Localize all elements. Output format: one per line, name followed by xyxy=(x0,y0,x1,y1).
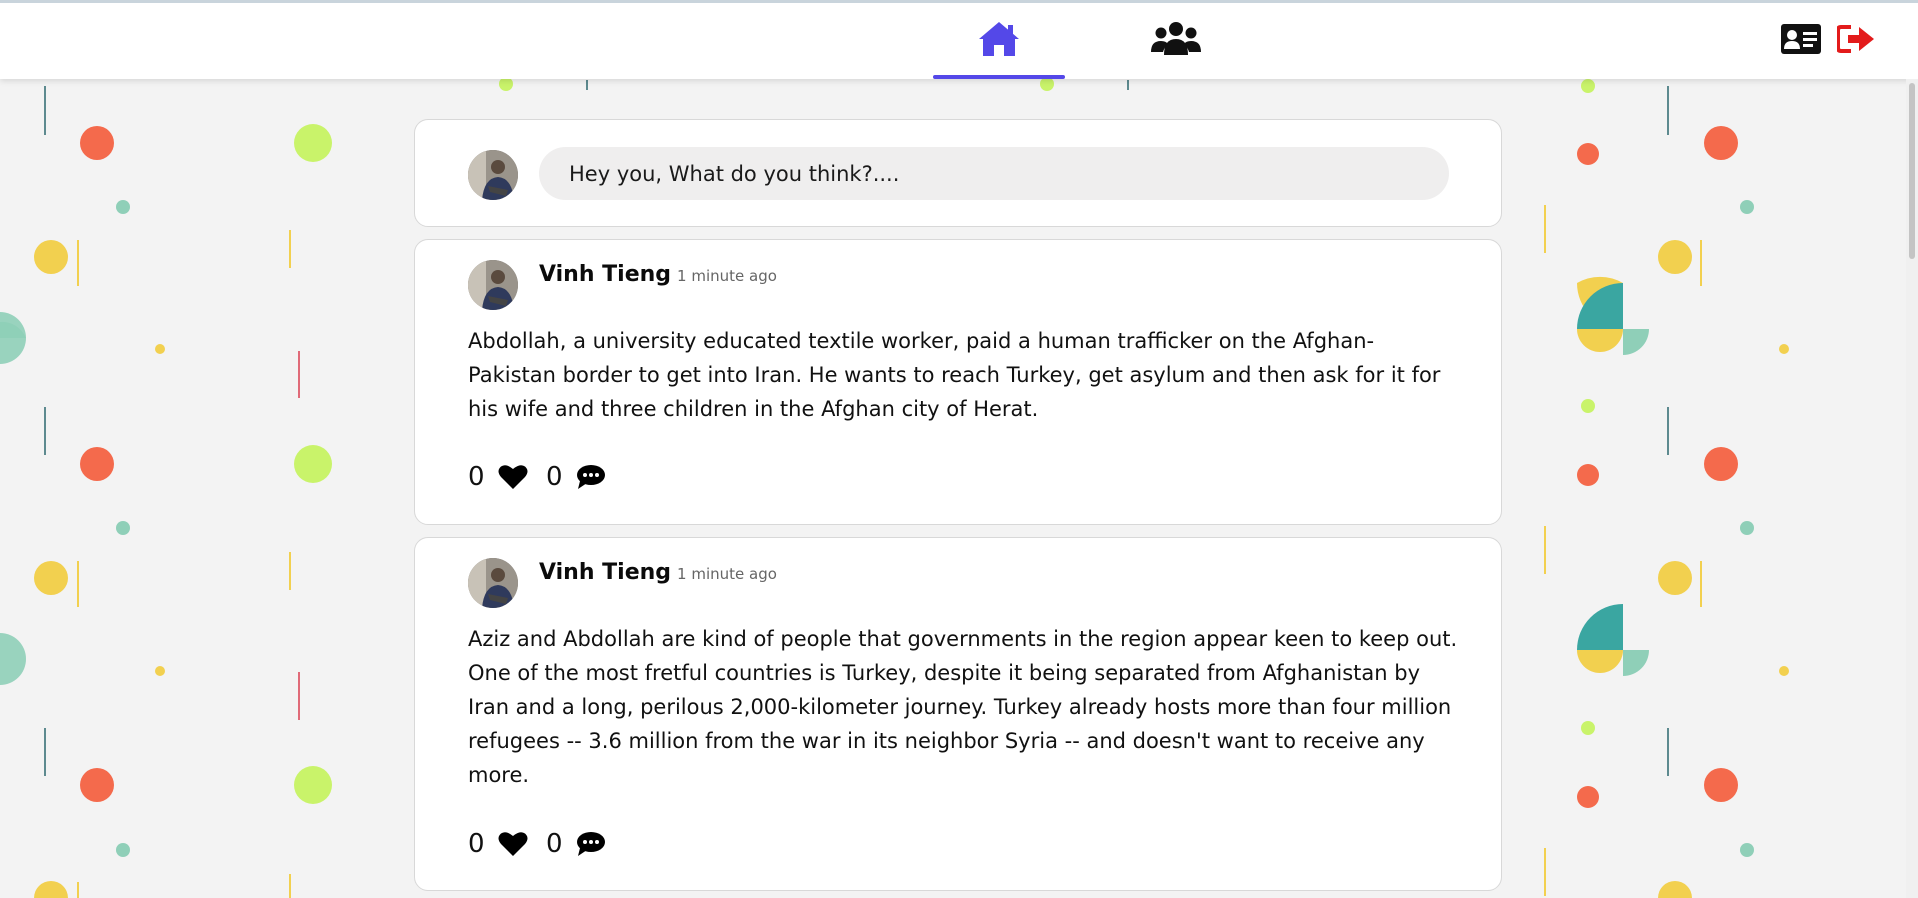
scrollbar-thumb[interactable] xyxy=(1909,83,1915,259)
friends-icon xyxy=(1151,21,1201,61)
post-header: Vinh Tieng 1 minute ago xyxy=(539,262,777,287)
comment-icon[interactable] xyxy=(576,464,606,490)
home-icon xyxy=(977,20,1021,62)
post-actions: 0 0 xyxy=(468,829,606,859)
top-navbar xyxy=(0,3,1918,79)
post-author[interactable]: Vinh Tieng xyxy=(539,262,671,287)
avatar[interactable] xyxy=(468,150,518,200)
post-author[interactable]: Vinh Tieng xyxy=(539,560,671,585)
logout-button[interactable] xyxy=(1834,21,1878,61)
like-count: 0 xyxy=(468,462,485,492)
post-card: Vinh Tieng 1 minute ago Aziz and Abdolla… xyxy=(414,537,1502,891)
news-feed: Vinh Tieng 1 minute ago Abdollah, a univ… xyxy=(414,119,1502,891)
nav-tab-friends[interactable] xyxy=(1110,3,1242,79)
active-tab-indicator xyxy=(933,75,1065,79)
like-count: 0 xyxy=(468,829,485,859)
comment-count: 0 xyxy=(546,462,563,492)
window-top-border xyxy=(0,0,1918,3)
nav-tab-home[interactable] xyxy=(933,3,1065,79)
heart-icon[interactable] xyxy=(498,464,528,490)
avatar[interactable] xyxy=(468,260,518,310)
post-body: Aziz and Abdollah are kind of people tha… xyxy=(468,627,1458,787)
comment-icon[interactable] xyxy=(576,831,606,857)
heart-icon[interactable] xyxy=(498,831,528,857)
post-composer xyxy=(414,119,1502,227)
post-card: Vinh Tieng 1 minute ago Abdollah, a univ… xyxy=(414,239,1502,525)
logout-icon xyxy=(1836,24,1875,58)
avatar[interactable] xyxy=(468,558,518,608)
post-input[interactable] xyxy=(539,147,1449,200)
post-actions: 0 0 xyxy=(468,462,606,492)
profile-card-icon xyxy=(1781,24,1821,58)
page-scrollbar[interactable] xyxy=(1906,79,1918,898)
comment-count: 0 xyxy=(546,829,563,859)
post-timestamp: 1 minute ago xyxy=(677,565,777,583)
post-body: Abdollah, a university educated textile … xyxy=(468,329,1441,421)
post-header: Vinh Tieng 1 minute ago xyxy=(539,560,777,585)
profile-button[interactable] xyxy=(1779,21,1823,61)
post-timestamp: 1 minute ago xyxy=(677,267,777,285)
